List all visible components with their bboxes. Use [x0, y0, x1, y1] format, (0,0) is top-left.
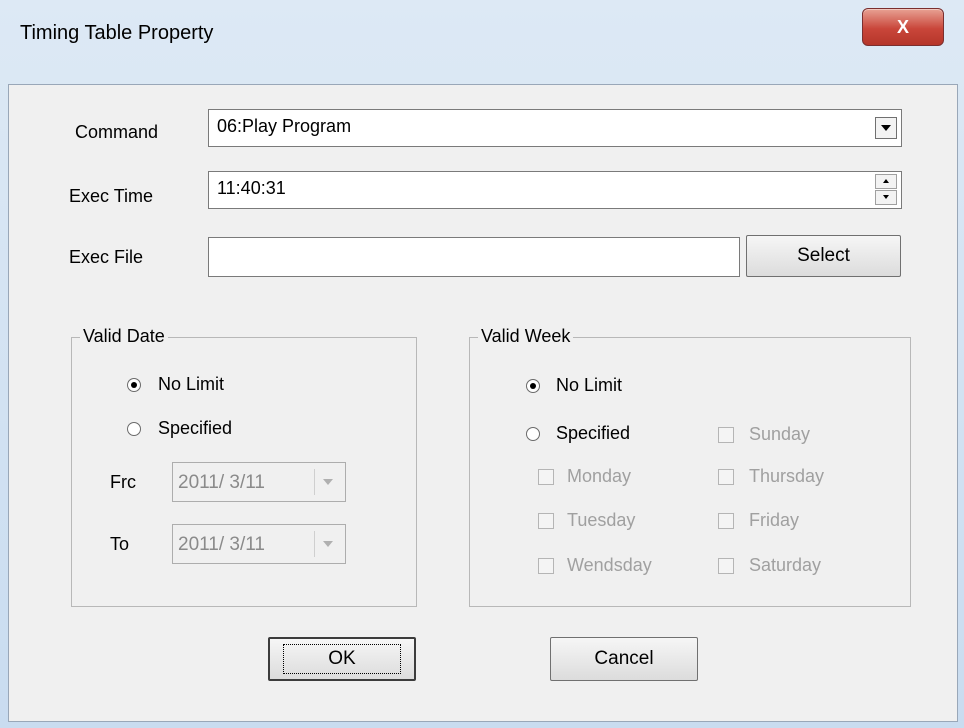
dialog-body: Command 06:Play Program Exec Time 11:40:… [8, 84, 958, 722]
thursday-checkbox[interactable] [718, 469, 734, 485]
dialog-window: Timing Table Property X Command 06:Play … [0, 0, 964, 728]
title-bar: Timing Table Property X [0, 0, 964, 84]
sunday-checkbox[interactable] [718, 427, 734, 443]
select-button[interactable]: Select [746, 235, 901, 277]
friday-checkbox[interactable] [718, 513, 734, 529]
date-no-limit-label: No Limit [158, 374, 225, 394]
saturday-checkbox[interactable] [718, 558, 734, 574]
valid-date-group: Valid Date No Limit Specified Frc 2011/ … [71, 326, 417, 607]
exec-time-label: Exec Time [69, 186, 154, 206]
to-label: To [110, 534, 130, 554]
tuesday-label: Tuesday [567, 510, 636, 530]
from-date-value: 2011/ 3/11 [178, 472, 265, 493]
close-button[interactable]: X [862, 8, 944, 46]
wendsday-checkbox[interactable] [538, 558, 554, 574]
command-label: Command [75, 122, 159, 142]
command-dropdown[interactable]: 06:Play Program [208, 109, 902, 147]
cancel-button[interactable]: Cancel [550, 637, 698, 681]
week-specified-radio[interactable] [526, 427, 540, 441]
exec-time-value: 11:40:31 [217, 178, 286, 198]
command-value: 06:Play Program [217, 116, 352, 136]
to-date-picker[interactable]: 2011/ 3/11 [172, 524, 346, 564]
valid-date-title: Valid Date [80, 326, 168, 347]
exec-file-label: Exec File [69, 247, 144, 267]
exec-file-input[interactable] [208, 237, 740, 277]
week-no-limit-radio[interactable] [526, 379, 540, 393]
from-date-picker[interactable]: 2011/ 3/11 [172, 462, 346, 502]
date-specified-radio[interactable] [127, 422, 141, 436]
tuesday-checkbox[interactable] [538, 513, 554, 529]
sunday-label: Sunday [749, 424, 811, 444]
wendsday-label: Wendsday [567, 555, 652, 575]
thursday-label: Thursday [749, 466, 825, 486]
valid-week-title: Valid Week [478, 326, 574, 347]
date-no-limit-radio[interactable] [127, 378, 141, 392]
chevron-down-icon[interactable] [875, 117, 897, 139]
monday-label: Monday [567, 466, 632, 486]
chevron-down-icon[interactable] [314, 531, 341, 557]
spin-down-icon[interactable] [875, 190, 897, 205]
window-title: Timing Table Property [20, 22, 214, 44]
valid-week-group: Valid Week No Limit Specified Sunday Mon… [469, 326, 911, 607]
ok-label: OK [283, 644, 401, 674]
time-spinner[interactable] [875, 174, 897, 206]
spin-up-icon[interactable] [875, 174, 897, 189]
monday-checkbox[interactable] [538, 469, 554, 485]
saturday-label: Saturday [749, 555, 822, 575]
friday-label: Friday [749, 510, 800, 530]
week-no-limit-label: No Limit [556, 375, 623, 395]
exec-time-input[interactable]: 11:40:31 [208, 171, 902, 209]
date-specified-label: Specified [158, 418, 233, 438]
from-label: Frc [110, 472, 136, 492]
ok-button[interactable]: OK [268, 637, 416, 681]
chevron-down-icon[interactable] [314, 469, 341, 495]
close-icon: X [896, 16, 909, 37]
to-date-value: 2011/ 3/11 [178, 534, 265, 555]
week-specified-label: Specified [556, 423, 631, 443]
